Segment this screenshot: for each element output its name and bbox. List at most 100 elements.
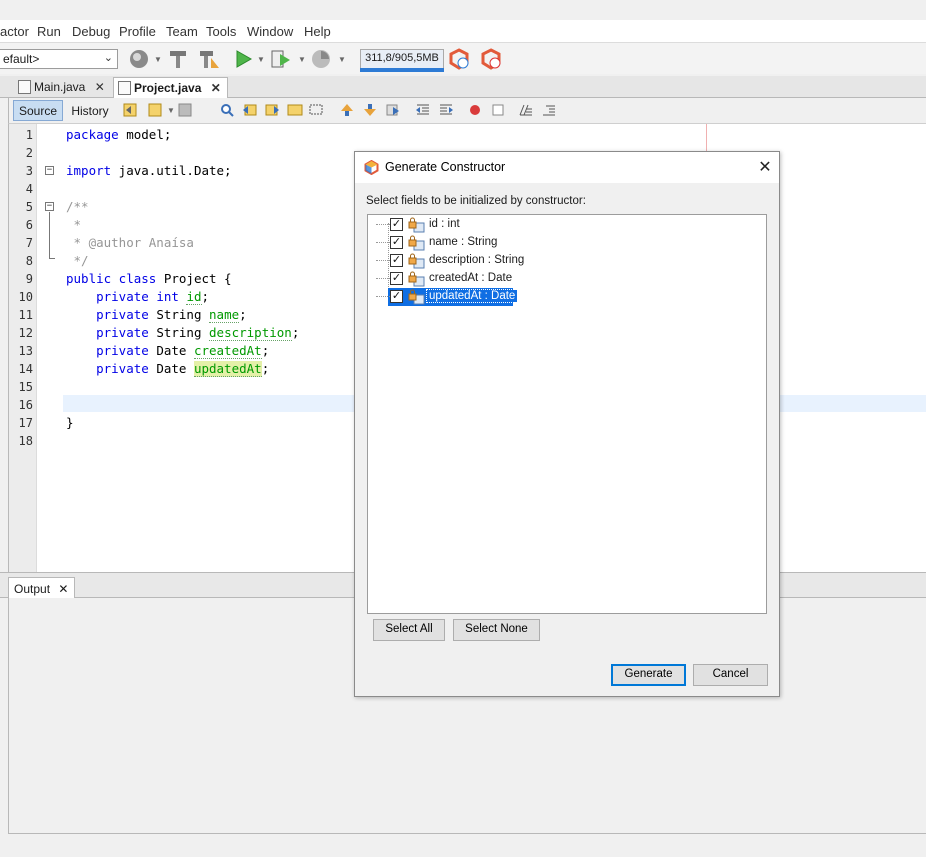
build-hammer-icon[interactable]: [167, 48, 189, 70]
fold-toggle[interactable]: −: [45, 166, 54, 175]
chevron-down-icon[interactable]: ▼: [298, 55, 306, 64]
back-icon[interactable]: [147, 103, 163, 117]
code-line: import java.util.Date;: [66, 163, 232, 178]
chevron-down-icon[interactable]: ▼: [167, 106, 175, 115]
private-field-icon: [408, 217, 425, 233]
menu-help[interactable]: Help: [304, 24, 331, 39]
toggle-bookmark-icon[interactable]: [385, 103, 401, 117]
menu-refactor[interactable]: actor: [0, 24, 29, 39]
globe-icon[interactable]: [128, 48, 150, 70]
code-line: private Date createdAt;: [96, 343, 270, 359]
select-all-button[interactable]: Select All: [373, 619, 445, 641]
memory-bar: [360, 68, 444, 72]
toggle-highlight-icon[interactable]: [287, 103, 303, 117]
memory-usage: 311,8/905,5MB: [365, 52, 439, 64]
line-number: 11: [18, 308, 33, 322]
field-row-id[interactable]: ✓ id : int: [368, 216, 766, 234]
field-checkbox[interactable]: ✓: [390, 254, 403, 267]
run-icon[interactable]: [232, 48, 254, 70]
field-row-name[interactable]: ✓ name : String: [368, 234, 766, 252]
field-label: createdAt : Date: [429, 272, 513, 284]
field-checkbox[interactable]: ✓: [390, 236, 403, 249]
source-button[interactable]: Source: [13, 100, 63, 121]
previous-bookmark-icon[interactable]: [339, 103, 355, 117]
line-number: 10: [18, 290, 33, 304]
menu-debug[interactable]: Debug: [72, 24, 110, 39]
fold-toggle[interactable]: −: [45, 202, 54, 211]
field-checkbox[interactable]: ✓: [390, 290, 403, 303]
rectangular-select-icon[interactable]: [309, 103, 325, 117]
tab-label: Main.java: [34, 80, 86, 94]
code-line: * @author Anaísa: [66, 235, 194, 250]
field-tree[interactable]: ✓ id : int ✓ name : String ✓ description…: [367, 214, 767, 614]
find-icon[interactable]: [219, 103, 235, 117]
tab-project-java[interactable]: Project.java ✕: [113, 77, 228, 98]
field-label: id : int: [429, 218, 460, 230]
close-icon[interactable]: ✕: [95, 80, 105, 94]
start-macro-icon[interactable]: [467, 103, 483, 117]
field-checkbox[interactable]: ✓: [390, 218, 403, 231]
code-line: */: [66, 253, 89, 268]
find-next-icon[interactable]: [264, 103, 280, 117]
editor-tab-bar: Main.java ✕ Project.java ✕: [0, 76, 926, 98]
shift-left-icon[interactable]: [415, 103, 431, 117]
dialog-title: Generate Constructor: [385, 160, 506, 174]
select-none-button[interactable]: Select None: [453, 619, 540, 641]
find-previous-icon[interactable]: [242, 103, 258, 117]
shift-right-icon[interactable]: [438, 103, 454, 117]
comment-icon[interactable]: [518, 103, 534, 117]
tab-label: Output: [14, 582, 51, 596]
chevron-down-icon[interactable]: ▼: [154, 55, 162, 64]
field-row-description[interactable]: ✓ description : String: [368, 252, 766, 270]
last-edit-icon[interactable]: [123, 103, 139, 117]
code-line: public class Project {: [66, 271, 232, 286]
private-field-icon: [408, 253, 425, 269]
dialog-title-bar: Generate Constructor ✕: [355, 152, 779, 183]
close-icon[interactable]: ✕: [211, 81, 221, 95]
debug-icon[interactable]: [270, 48, 292, 70]
field-label: updatedAt : Date: [425, 289, 519, 303]
chevron-down-icon: ⌄: [103, 52, 113, 64]
memory-indicator[interactable]: 311,8/905,5MB: [360, 49, 444, 72]
menu-window[interactable]: Window: [247, 24, 293, 39]
code-line: /**: [66, 199, 89, 214]
line-number: 3: [25, 164, 33, 178]
dialog-prompt: Select fields to be initialized by const…: [366, 195, 586, 207]
gc-stop-icon[interactable]: [480, 48, 502, 70]
java-file-icon: [18, 80, 31, 94]
field-row-updatedat[interactable]: ✓ updatedAt : Date: [368, 288, 766, 306]
gc-clock-icon[interactable]: [448, 48, 470, 70]
field-checkbox[interactable]: ✓: [390, 272, 403, 285]
close-icon[interactable]: ✕: [58, 582, 68, 596]
line-number: 5: [25, 200, 33, 214]
configuration-select[interactable]: efault> ⌄: [0, 49, 118, 69]
field-row-createdat[interactable]: ✓ createdAt : Date: [368, 270, 766, 288]
menu-run[interactable]: Run: [37, 24, 61, 39]
private-field-icon: [408, 289, 425, 305]
profile-icon[interactable]: [310, 48, 332, 70]
menu-tools[interactable]: Tools: [206, 24, 236, 39]
chevron-down-icon[interactable]: ▼: [338, 55, 346, 64]
next-bookmark-icon[interactable]: [362, 103, 378, 117]
stop-macro-icon[interactable]: [490, 103, 506, 117]
cancel-button[interactable]: Cancel: [693, 664, 768, 686]
line-number: 18: [18, 434, 33, 448]
fold-bar: − −: [37, 124, 63, 572]
uncomment-icon[interactable]: [541, 103, 557, 117]
netbeans-logo-icon: [364, 160, 379, 175]
menu-profile[interactable]: Profile: [119, 24, 156, 39]
line-number: 16: [18, 398, 33, 412]
generate-button[interactable]: Generate: [611, 664, 686, 686]
tree-connector: [376, 296, 390, 297]
close-icon[interactable]: ✕: [755, 157, 775, 177]
tab-main-java[interactable]: Main.java ✕: [14, 77, 111, 98]
chevron-down-icon[interactable]: ▼: [257, 55, 265, 64]
history-button[interactable]: History: [65, 100, 115, 121]
fold-line: [49, 258, 55, 259]
forward-icon[interactable]: [177, 103, 193, 117]
tab-label: Project.java: [134, 81, 202, 95]
tab-output[interactable]: Output ✕: [8, 577, 76, 599]
clean-build-icon[interactable]: [198, 48, 220, 70]
private-field-icon: [408, 271, 425, 287]
menu-team[interactable]: Team: [166, 24, 198, 39]
